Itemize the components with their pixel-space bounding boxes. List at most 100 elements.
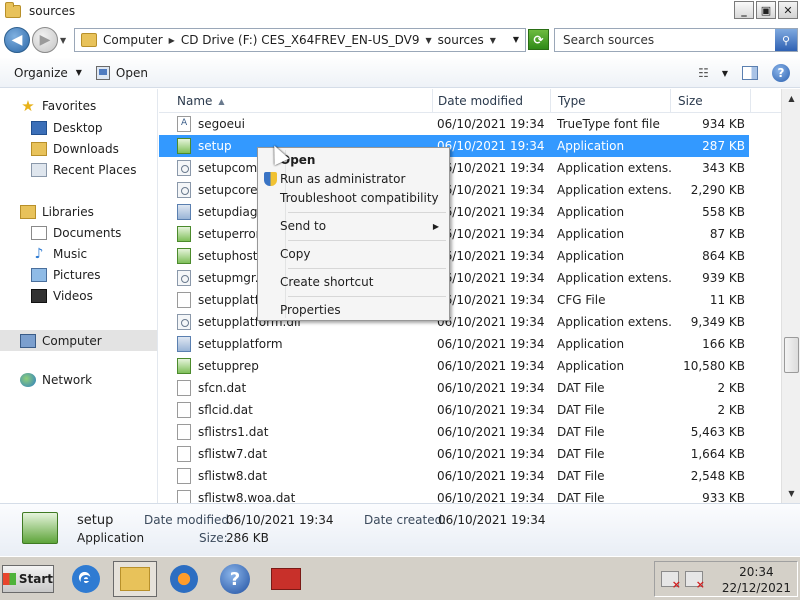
column-header-date[interactable]: Date modified — [431, 89, 551, 113]
menu-item-troubleshoot[interactable]: Troubleshoot compatibility — [260, 188, 447, 208]
organize-button[interactable]: Organize ▼ — [14, 66, 82, 80]
menu-item-send-to[interactable]: Send to ▶ — [260, 216, 447, 236]
file-row[interactable]: setupdiag 06/10/2021 19:34 Application 558 … — [159, 201, 749, 223]
close-button[interactable]: ✕ — [778, 1, 798, 19]
videos-icon — [31, 289, 47, 303]
file-row[interactable]: setupplatform.dll 06/10/2021 19:34 Applica… — [159, 311, 749, 333]
search-input[interactable] — [555, 33, 770, 47]
preview-pane-icon[interactable] — [742, 66, 758, 80]
file-row[interactable]: sflistw8.woa.dat 06/10/2021 19:34 DAT File… — [159, 487, 749, 503]
file-date-cell: 06/10/2021 19:34 — [437, 271, 545, 285]
file-row[interactable]: setuphost 06/10/2021 19:34 Application 864 … — [159, 245, 749, 267]
open-button[interactable]: Open — [95, 65, 148, 80]
file-row[interactable]: sflistw7.dat 06/10/2021 19:34 DAT File 1,66… — [159, 443, 749, 465]
file-row[interactable]: setupmgr.d 06/10/2021 19:34 Application ex… — [159, 267, 749, 289]
nav-network[interactable]: Network — [20, 373, 92, 387]
nav-libraries[interactable]: Libraries — [20, 205, 94, 219]
nav-recent-places[interactable]: Recent Places — [31, 163, 136, 177]
nav-pictures[interactable]: Pictures — [31, 268, 101, 282]
menu-item-run-as-administrator[interactable]: Run as administrator — [260, 169, 447, 189]
nav-documents[interactable]: Documents — [31, 226, 121, 240]
recent-pages-dropdown[interactable]: ▼ — [60, 36, 66, 45]
breadcrumb-sources[interactable]: sources ▼ — [438, 33, 496, 47]
taskbar-windows-explorer[interactable] — [113, 561, 157, 597]
taskbar-internet-explorer[interactable]: e — [64, 561, 108, 597]
search-icon[interactable]: ⚲ — [775, 29, 797, 51]
file-name-cell: sflistrs1.dat — [177, 421, 429, 443]
column-header-size[interactable]: Size — [671, 89, 751, 113]
back-button[interactable]: ◀ — [4, 27, 30, 53]
navigation-pane: ★ Favorites Desktop Downloads Recent Plac… — [0, 89, 158, 503]
file-size-cell: 934 KB — [702, 117, 745, 131]
file-dll-icon — [177, 270, 191, 286]
menu-item-open[interactable]: Open — [260, 150, 447, 170]
file-date-cell: 06/10/2021 19:34 — [437, 403, 545, 417]
file-row[interactable]: setupplatform 06/10/2021 19:34 Application… — [159, 333, 749, 355]
menu-separator — [288, 212, 446, 213]
file-name-cell: setupprep — [177, 355, 429, 377]
file-row[interactable]: setup 06/10/2021 19:34 Application 287 KB — [159, 135, 749, 157]
menu-item-properties[interactable]: Properties — [260, 300, 447, 320]
menu-item-create-shortcut[interactable]: Create shortcut — [260, 272, 447, 292]
forward-button[interactable]: ▶ — [32, 27, 58, 53]
scroll-down-button[interactable]: ▼ — [783, 485, 800, 502]
nav-favorites[interactable]: ★ Favorites — [20, 97, 96, 115]
file-type-cell: DAT File — [557, 403, 605, 417]
file-date-cell: 06/10/2021 19:34 — [437, 161, 545, 175]
column-header-type[interactable]: Type — [551, 89, 671, 113]
file-row[interactable]: setupplatfo 06/10/2021 19:34 CFG File 11 KB — [159, 289, 749, 311]
system-tray: 20:34 22/12/2021 — [654, 561, 798, 597]
file-type-cell: TrueType font file — [557, 117, 660, 131]
file-row[interactable]: setupcomp 06/10/2021 19:34 Application ext… — [159, 157, 749, 179]
address-dropdown-icon[interactable]: ▼ — [513, 35, 519, 44]
file-type-cell: DAT File — [557, 425, 605, 439]
column-header-name[interactable]: Name ▲ — [170, 89, 433, 113]
change-view-icon[interactable]: ☷ — [698, 66, 709, 80]
volume-muted-icon[interactable] — [685, 571, 705, 591]
file-name-cell: segoeui — [177, 113, 429, 135]
address-bar[interactable]: Computer ▶ CD Drive (F:) CES_X64FREV_EN-U… — [74, 28, 526, 52]
minimize-button[interactable]: _ — [734, 1, 754, 19]
file-row[interactable]: segoeui 06/10/2021 19:34 TrueType font fil… — [159, 113, 749, 135]
scroll-thumb[interactable] — [784, 337, 799, 373]
file-row[interactable]: sflistrs1.dat 06/10/2021 19:34 DAT File 5,4… — [159, 421, 749, 443]
nav-videos[interactable]: Videos — [31, 289, 93, 303]
file-row[interactable]: sfcn.dat 06/10/2021 19:34 DAT File 2 KB — [159, 377, 749, 399]
file-date-cell: 06/10/2021 19:34 — [437, 139, 545, 153]
open-icon — [95, 65, 110, 80]
nav-music[interactable]: ♪ Music — [31, 246, 88, 262]
start-button[interactable]: Start — [2, 565, 54, 593]
file-row[interactable]: sflistw8.dat 06/10/2021 19:34 DAT File 2,54… — [159, 465, 749, 487]
nav-downloads[interactable]: Downloads — [31, 142, 119, 156]
submenu-arrow-icon: ▶ — [432, 221, 439, 231]
help-icon[interactable]: ? — [772, 64, 790, 82]
file-row[interactable]: sflcid.dat 06/10/2021 19:34 DAT File 2 KB — [159, 399, 749, 421]
context-menu: Open Run as administrator Troubleshoot c… — [257, 147, 450, 321]
file-row[interactable]: setupcore.d 06/10/2021 19:34 Application e… — [159, 179, 749, 201]
file-file-icon — [177, 424, 191, 440]
file-date-cell: 06/10/2021 19:34 — [437, 425, 545, 439]
file-row[interactable]: setupprep 06/10/2021 19:34 Application 10,5… — [159, 355, 749, 377]
taskbar-help[interactable]: ? — [213, 561, 257, 597]
vertical-scrollbar[interactable]: ▲ ▼ — [781, 89, 800, 503]
nav-desktop[interactable]: Desktop — [31, 121, 103, 135]
search-box[interactable]: ⚲ — [554, 28, 798, 52]
file-size-cell: 343 KB — [702, 161, 745, 175]
scroll-up-button[interactable]: ▲ — [783, 90, 800, 107]
taskbar-toolbox[interactable] — [264, 561, 308, 597]
file-name-cell: sfcn.dat — [177, 377, 429, 399]
refresh-button[interactable]: ⟳ — [528, 29, 549, 50]
clock[interactable]: 20:34 22/12/2021 — [722, 564, 791, 596]
breadcrumb-cd-drive[interactable]: CD Drive (F:) CES_X64FREV_EN-US_DV9 ▼ — [181, 33, 432, 47]
menu-item-copy[interactable]: Copy — [260, 244, 447, 264]
view-dropdown-icon[interactable]: ▼ — [722, 69, 728, 78]
taskbar-media-player[interactable] — [162, 561, 206, 597]
file-date-cell: 06/10/2021 19:34 — [437, 227, 545, 241]
details-created-label: Date created: — [364, 513, 447, 527]
network-disconnected-icon[interactable] — [661, 571, 681, 591]
file-date-cell: 06/10/2021 19:34 — [437, 359, 545, 373]
maximize-button[interactable]: ▣ — [756, 1, 776, 19]
file-row[interactable]: setuperror 06/10/2021 19:34 Application 87 … — [159, 223, 749, 245]
nav-computer[interactable]: Computer — [0, 330, 157, 351]
breadcrumb-computer[interactable]: Computer ▶ — [103, 33, 175, 47]
